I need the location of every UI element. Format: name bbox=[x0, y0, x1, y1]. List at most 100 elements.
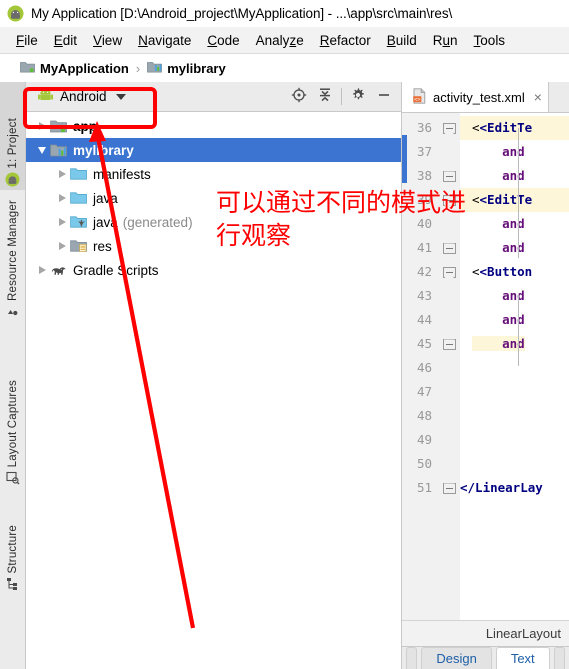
tree-label-res: res bbox=[93, 238, 112, 254]
left-tool-window-bar: 1: Project Resource Manager Layout Captu… bbox=[0, 82, 26, 669]
breadcrumb: MyApplication › mylibrary bbox=[0, 54, 569, 82]
menu-edit[interactable]: Edit bbox=[46, 31, 85, 50]
project-tool-window: Android app mylibrary manifests java jav… bbox=[26, 82, 402, 669]
line-number: 42 bbox=[416, 264, 432, 279]
code-token: and bbox=[472, 336, 525, 351]
folder-generated-icon bbox=[70, 214, 87, 230]
status-breadcrumb-linearlayout[interactable]: LinearLayout bbox=[486, 626, 561, 641]
tree-row-app[interactable]: app bbox=[26, 114, 401, 138]
line-number: 36 bbox=[416, 120, 432, 135]
sidebar-item-structure[interactable]: Structure bbox=[0, 522, 25, 594]
android-head-icon bbox=[38, 87, 53, 106]
editor-tab-activity-test-xml[interactable]: <> activity_test.xml × bbox=[402, 82, 549, 112]
fold-toggle[interactable] bbox=[438, 260, 460, 284]
settings-button[interactable] bbox=[345, 84, 371, 110]
line-number: 50 bbox=[416, 456, 432, 471]
sidebar-label-project: 1: Project bbox=[6, 118, 19, 169]
expand-arrow[interactable] bbox=[54, 218, 70, 226]
folder-blue-icon bbox=[70, 190, 87, 206]
code-token: <Button bbox=[479, 264, 533, 279]
fold-toggle[interactable] bbox=[438, 236, 460, 260]
window-title-text: My Application [D:\Android_project\MyApp… bbox=[31, 6, 453, 21]
expand-arrow[interactable] bbox=[34, 122, 50, 130]
project-view-selector[interactable]: Android bbox=[34, 85, 132, 108]
code-line: and bbox=[460, 308, 569, 332]
fold-toggle[interactable] bbox=[438, 188, 460, 212]
line-number-gutter: 36 37 38 39 40 41 42 43 44 45 46 47 48 4… bbox=[402, 113, 438, 620]
editor-left-marker bbox=[402, 135, 407, 183]
code-token: and bbox=[472, 312, 525, 327]
sidebar-item-resource-manager[interactable]: Resource Manager bbox=[0, 197, 25, 322]
line-number: 41 bbox=[416, 240, 432, 255]
tree-row-res[interactable]: res bbox=[26, 234, 401, 258]
tab-text[interactable]: Text bbox=[495, 647, 550, 669]
app-module-icon bbox=[50, 118, 67, 134]
hide-panel-button[interactable] bbox=[371, 84, 397, 110]
expand-arrow[interactable] bbox=[54, 242, 70, 250]
sidebar-item-project[interactable]: 1: Project bbox=[0, 82, 25, 190]
tree-row-mylibrary[interactable]: mylibrary bbox=[26, 138, 401, 162]
editor-area: <> activity_test.xml × 36 37 38 39 40 41… bbox=[402, 82, 569, 669]
svg-text:<>: <> bbox=[414, 97, 420, 103]
tree-row-java-generated[interactable]: java (generated) bbox=[26, 210, 401, 234]
fold-toggle[interactable] bbox=[438, 332, 460, 356]
minimize-icon bbox=[376, 87, 392, 106]
project-tree[interactable]: app mylibrary manifests java java (gener… bbox=[26, 112, 401, 669]
breadcrumb-item-myapplication[interactable]: MyApplication bbox=[20, 60, 129, 76]
menu-analyze[interactable]: Analyze bbox=[248, 31, 312, 50]
tab-design[interactable]: Design bbox=[421, 647, 492, 669]
close-icon[interactable]: × bbox=[534, 89, 542, 105]
chevron-down-icon[interactable] bbox=[115, 93, 126, 100]
menu-run[interactable]: Run bbox=[425, 31, 466, 50]
line-number: 37 bbox=[416, 144, 432, 159]
code-editor[interactable]: 36 37 38 39 40 41 42 43 44 45 46 47 48 4… bbox=[402, 113, 569, 620]
code-text[interactable]: <<EditTe and and <<EditTe and and <<Butt… bbox=[460, 113, 569, 620]
menu-build[interactable]: Build bbox=[379, 31, 425, 50]
bottom-tab-spacer bbox=[406, 647, 418, 669]
code-token: <EditTe bbox=[479, 120, 533, 135]
tree-row-manifests[interactable]: manifests bbox=[26, 162, 401, 186]
menu-tools[interactable]: Tools bbox=[466, 31, 514, 50]
fold-toggle[interactable] bbox=[438, 116, 460, 140]
code-token: and bbox=[472, 216, 525, 231]
expand-arrow[interactable] bbox=[54, 170, 70, 178]
code-folding-gutter[interactable] bbox=[438, 113, 460, 620]
editor-bottom-tabs: Design Text bbox=[402, 646, 569, 669]
code-token: and bbox=[472, 288, 525, 303]
menu-file[interactable]: File bbox=[8, 31, 46, 50]
collapse-arrow[interactable] bbox=[34, 146, 50, 154]
fold-toggle[interactable] bbox=[438, 164, 460, 188]
fold-guide-line bbox=[518, 294, 519, 366]
breadcrumb-item-mylibrary[interactable]: mylibrary bbox=[147, 60, 226, 76]
tree-row-java[interactable]: java bbox=[26, 186, 401, 210]
line-number: 49 bbox=[416, 432, 432, 447]
code-line: and bbox=[460, 212, 569, 236]
collapse-all-button[interactable] bbox=[312, 84, 338, 110]
library-module-icon bbox=[50, 142, 67, 158]
code-line: and bbox=[460, 284, 569, 308]
gradle-elephant-icon bbox=[50, 262, 67, 278]
expand-arrow[interactable] bbox=[54, 194, 70, 202]
module-folder-icon bbox=[20, 60, 35, 76]
tree-label-app: app bbox=[73, 118, 98, 134]
fold-toggle[interactable] bbox=[438, 476, 460, 500]
locate-in-tree-button[interactable] bbox=[286, 84, 312, 110]
sidebar-item-layout-captures[interactable]: Layout Captures bbox=[0, 377, 25, 488]
menu-code[interactable]: Code bbox=[199, 31, 247, 50]
expand-arrow[interactable] bbox=[34, 266, 50, 274]
folder-blue-icon bbox=[70, 166, 87, 182]
code-token: and bbox=[472, 240, 525, 255]
tree-label-java-generated: java bbox=[93, 214, 118, 230]
menu-navigate[interactable]: Navigate bbox=[130, 31, 199, 50]
menu-refactor[interactable]: Refactor bbox=[312, 31, 379, 50]
tree-row-gradle-scripts[interactable]: Gradle Scripts bbox=[26, 258, 401, 282]
menu-view[interactable]: View bbox=[85, 31, 130, 50]
breadcrumb-label-mylibrary: mylibrary bbox=[167, 60, 226, 76]
tree-label-manifests: manifests bbox=[93, 166, 151, 182]
folder-res-icon bbox=[70, 238, 87, 254]
